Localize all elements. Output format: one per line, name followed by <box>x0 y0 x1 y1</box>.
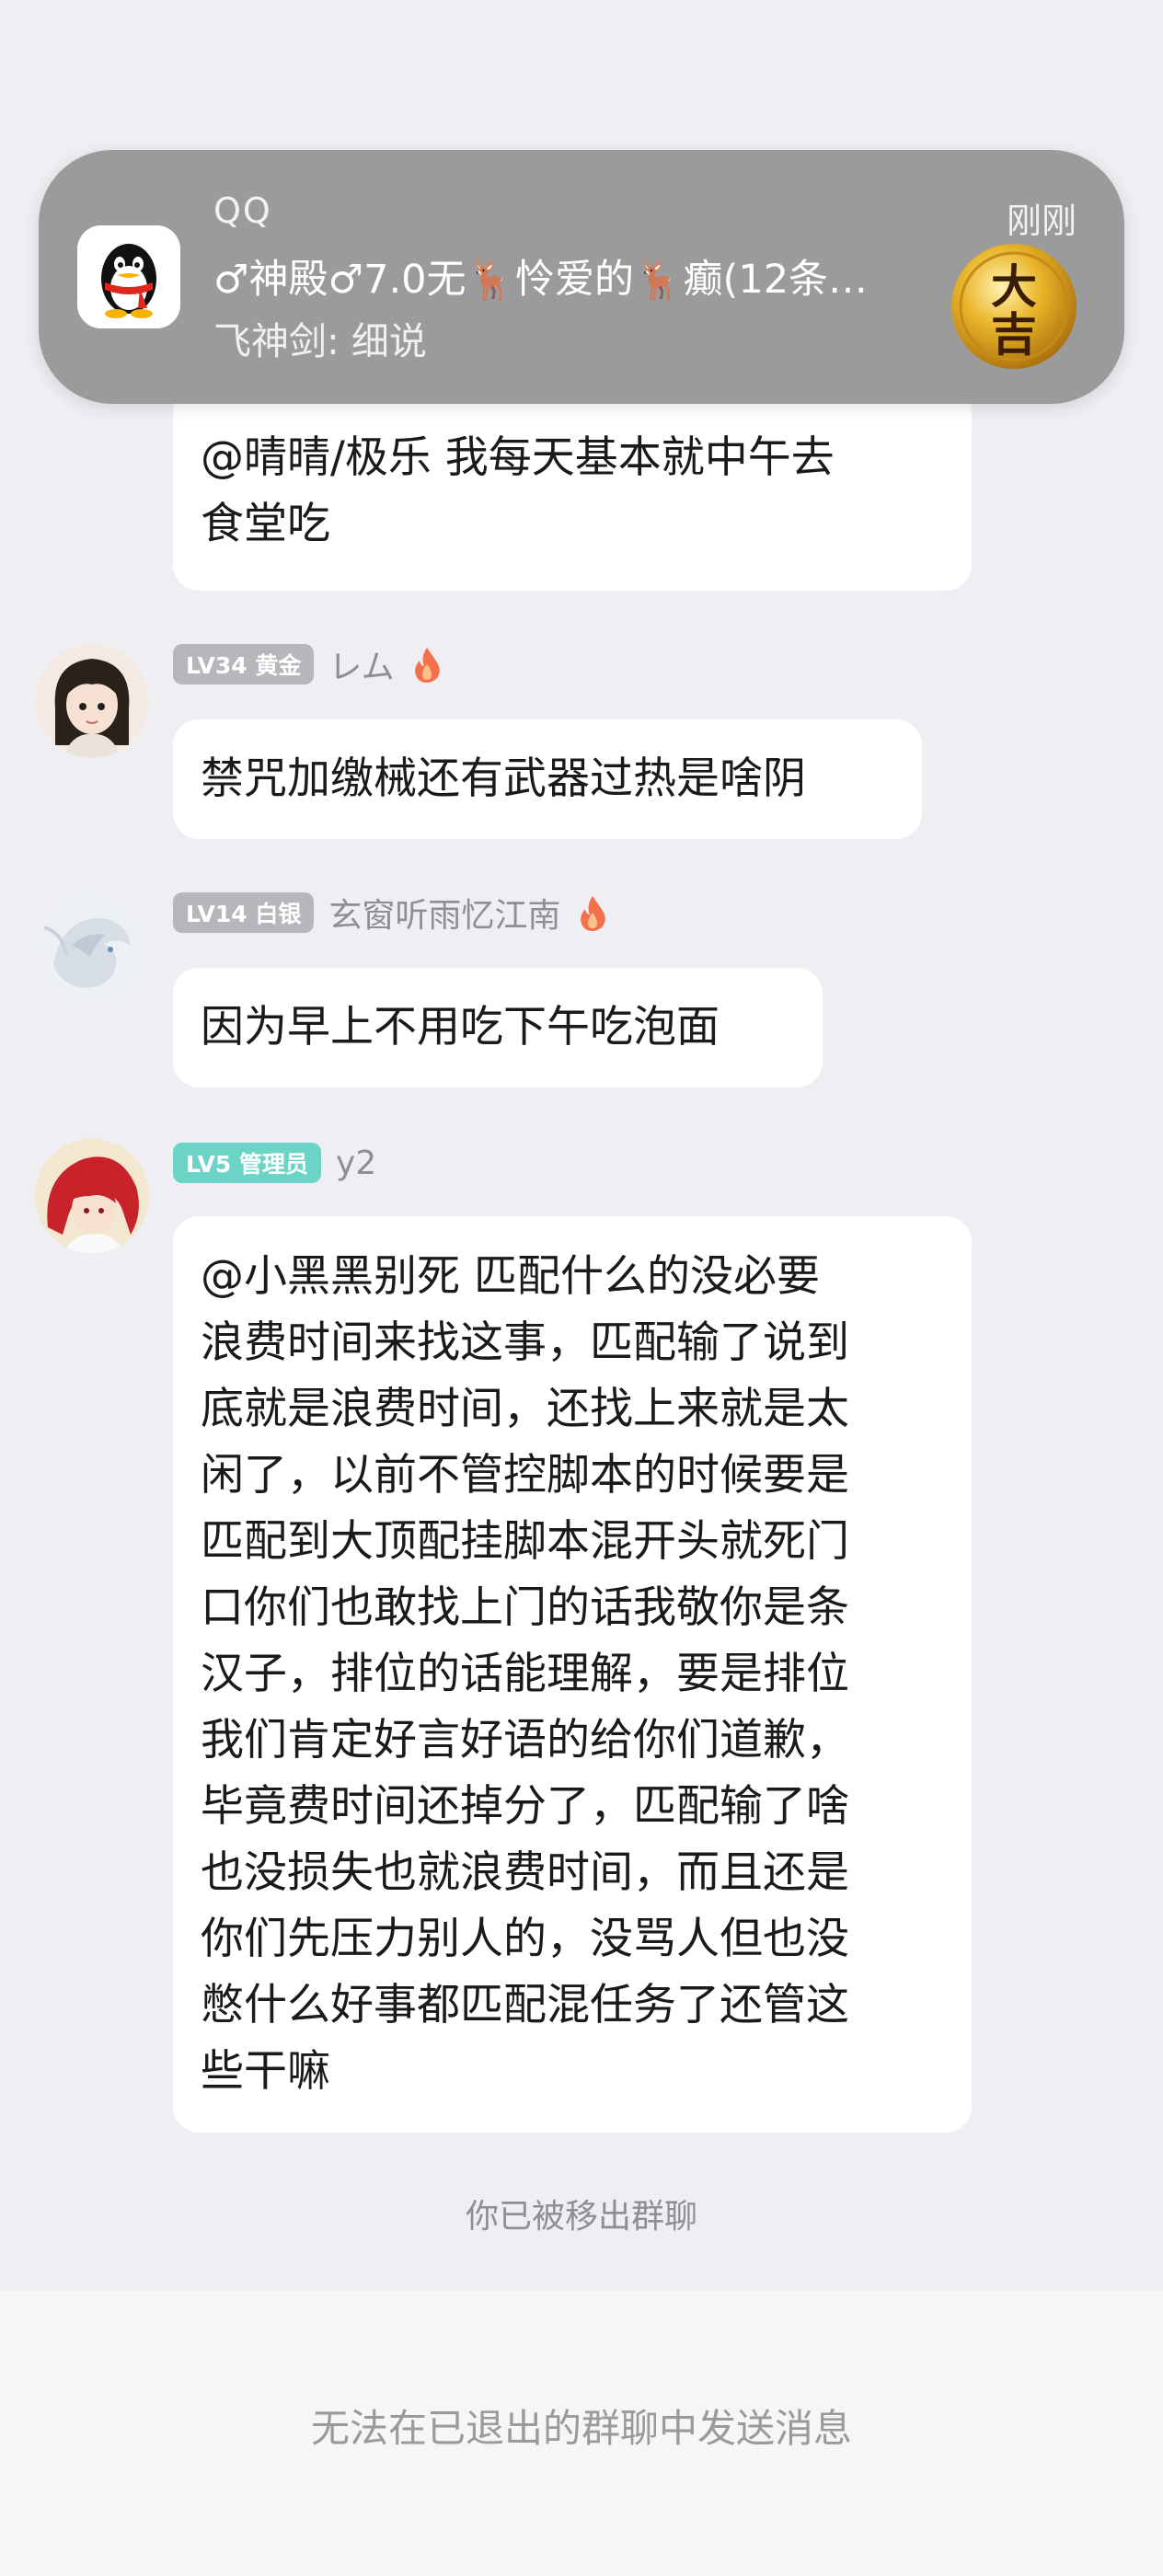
admin-badge: LV5 管理员 <box>173 1143 321 1183</box>
level-badge: LV14 白银 <box>173 892 315 933</box>
system-message: 你已被移出群聊 <box>465 2198 697 2236</box>
message-line: 口你们也敢找上门的话我敬你是条 <box>201 1582 849 1633</box>
message-line: 些干嘛 <box>201 2046 330 2097</box>
message-line: 我们肯定好言好语的给你们道歉， <box>201 1715 849 1765</box>
message-line: 底就是浪费时间，还找上来就是太 <box>201 1384 849 1434</box>
daji-seal-icon: 大 吉 <box>951 244 1077 369</box>
avatar-redhair-girl-icon <box>35 1139 149 1253</box>
sender-meta: LV14 白银 玄窗听雨忆江南 <box>173 891 608 935</box>
message-bubble[interactable]: 禁咒加缴械还有武器过热是啥阴 <box>173 719 922 839</box>
message-line: 因为早上不用吃下午吃泡面 <box>201 1002 720 1052</box>
message-line: 毕竟费时间还掉分了，匹配输了啥 <box>201 1781 849 1832</box>
flame-icon <box>581 896 606 931</box>
avatar-white-dragon-icon <box>35 891 149 1005</box>
avatar[interactable] <box>35 891 149 1005</box>
message-line: 也没损失也就浪费时间，而且还是 <box>201 1847 849 1898</box>
message-line: 你们先压力别人的，没骂人但也没 <box>201 1914 849 1964</box>
message-bubble[interactable]: 因为早上不用吃下午吃泡面 <box>173 968 823 1087</box>
message-line: 浪费时间来找这事，匹配输了说到 <box>201 1317 849 1368</box>
notification-title: ♂神殿♂7.0无🦌怜爱的🦌癫(12条… <box>213 257 869 303</box>
message-line: @小黑黑别死 匹配什么的没必要 <box>201 1251 820 1302</box>
message-bubble[interactable]: @小黑黑别死 匹配什么的没必要 浪费时间来找这事，匹配输了说到 底就是浪费时间，… <box>173 1216 972 2133</box>
qq-app-icon <box>77 225 180 328</box>
message-line: 憋什么好事都匹配混任务了还管这 <box>201 1980 849 2030</box>
level-badge: LV34 黄金 <box>173 644 315 684</box>
message-line: 禁咒加缴械还有武器过热是啥阴 <box>201 753 806 804</box>
notification-subtitle: 飞神剑: 细说 <box>213 319 427 363</box>
seal-text-bottom: 吉 <box>991 307 1037 362</box>
seal-text-top: 大 <box>991 259 1037 314</box>
avatar[interactable] <box>35 1139 149 1253</box>
message-line: 食堂吃 <box>201 499 330 549</box>
message-line: 闲了，以前不管控脚本的时候要是 <box>201 1450 849 1501</box>
message-line: 汉子，排位的话能理解，要是排位 <box>201 1649 849 1699</box>
sender-meta: LV5 管理员 y2 <box>173 1141 376 1185</box>
notification-app-name: QQ <box>213 190 272 231</box>
message-bubble[interactable]: @晴晴/极乐 我每天基本就中午去 食堂吃 <box>173 386 972 591</box>
notification-banner[interactable]: QQ 刚刚 ♂神殿♂7.0无🦌怜爱的🦌癫(12条… 飞神剑: 细说 大 吉 <box>39 150 1124 404</box>
message-line: 匹配到大顶配挂脚本混开头就死门 <box>201 1516 849 1567</box>
flame-icon <box>414 648 440 683</box>
sender-name[interactable]: y2 <box>336 1144 376 1182</box>
message-line: @晴晴/极乐 我每天基本就中午去 <box>201 432 835 483</box>
input-disabled-hint: 无法在已退出的群聊中发送消息 <box>310 2406 852 2451</box>
sender-name[interactable]: 玄窗听雨忆江南 <box>328 889 560 937</box>
avatar-girl-icon <box>35 644 149 758</box>
sender-meta: LV34 黄金 レム <box>173 642 443 686</box>
qq-penguin-icon <box>77 225 180 328</box>
notification-time: 刚刚 <box>1006 201 1077 241</box>
input-bar-disabled: 无法在已退出的群聊中发送消息 <box>0 2291 1163 2576</box>
avatar[interactable] <box>35 644 149 758</box>
sender-name[interactable]: レム <box>328 640 394 688</box>
